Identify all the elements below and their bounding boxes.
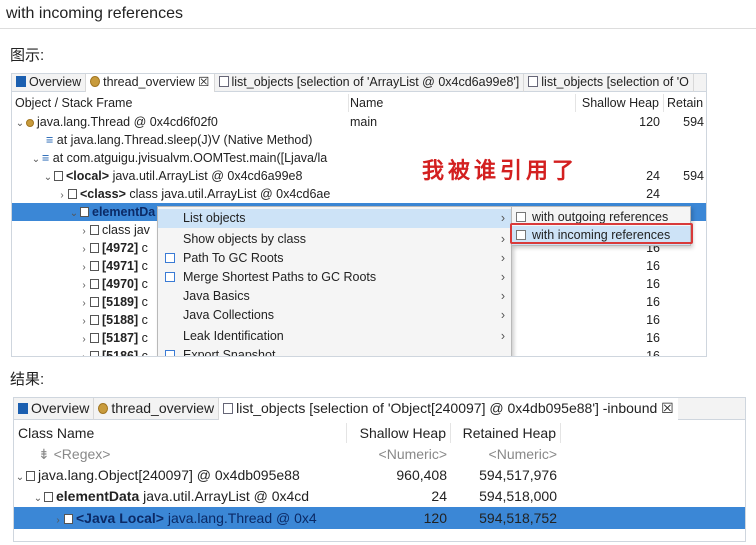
object-icon bbox=[90, 243, 99, 253]
tab-overview[interactable]: Overview bbox=[12, 74, 87, 92]
expand-down-icon[interactable]: ⌄ bbox=[32, 488, 44, 507]
merge-icon bbox=[165, 272, 175, 282]
chevron-right-icon: › bbox=[500, 329, 505, 343]
object-icon bbox=[90, 279, 99, 289]
expand-down-icon[interactable]: ⌄ bbox=[14, 467, 26, 486]
object-icon bbox=[90, 315, 99, 325]
chevron-right-icon: › bbox=[500, 289, 505, 303]
chevron-right-icon: › bbox=[500, 270, 505, 284]
chevron-right-icon: › bbox=[500, 232, 505, 246]
tree-row[interactable]: › <class> class java.util.ArrayList @ 0x4… bbox=[12, 185, 706, 203]
expand-right-icon[interactable]: › bbox=[78, 223, 90, 239]
tree-row[interactable]: ≡ at java.lang.Thread.sleep(J)V (Native … bbox=[12, 131, 706, 149]
list-icon bbox=[516, 212, 526, 222]
page-heading: with incoming references bbox=[6, 5, 183, 22]
path-icon bbox=[165, 253, 175, 263]
tab-thread-overview[interactable]: thread_overview bbox=[94, 398, 220, 420]
chevron-right-icon: › bbox=[500, 251, 505, 265]
expand-right-icon[interactable]: › bbox=[56, 187, 68, 203]
list-icon bbox=[218, 76, 229, 87]
tab-thread-overview[interactable]: thread_overview ☒ bbox=[86, 74, 215, 92]
tree-row[interactable]: ⌄ java.lang.Thread @ 0x4cd6f02f0 main 120… bbox=[12, 113, 706, 131]
menu-item-java-basics[interactable]: Java Basics › bbox=[158, 287, 511, 306]
info-icon bbox=[16, 76, 26, 87]
list-icon bbox=[528, 76, 539, 87]
tab-overview[interactable]: Overview bbox=[14, 398, 95, 420]
retained-filter[interactable]: <Numeric> bbox=[451, 444, 561, 465]
stack-frame-icon: ≡ bbox=[46, 133, 57, 147]
chevron-right-icon: › bbox=[500, 211, 505, 225]
shallow-filter[interactable]: <Numeric> bbox=[347, 444, 451, 465]
expand-down-icon[interactable]: ⌄ bbox=[42, 169, 54, 185]
object-icon bbox=[54, 171, 63, 181]
object-icon bbox=[90, 261, 99, 271]
filter-icon: ⇟ bbox=[38, 446, 54, 462]
caption-diagram: 图示: bbox=[10, 47, 45, 64]
top-tab-bar: Overview thread_overview ☒ list_objects [s… bbox=[12, 74, 706, 92]
menu-item-leak-identification[interactable]: Leak Identification › bbox=[158, 327, 511, 346]
stack-frame-icon: ≡ bbox=[42, 151, 53, 165]
table-row[interactable]: ⌄ java.lang.Object[240097] @ 0x4db095e88 … bbox=[14, 465, 745, 486]
menu-item-path-to-gc-roots[interactable]: Path To GC Roots › bbox=[158, 249, 511, 268]
thread-icon bbox=[98, 403, 109, 414]
col-shallow-heap[interactable]: Shallow Heap bbox=[347, 423, 451, 443]
expand-right-icon[interactable]: › bbox=[78, 313, 90, 329]
expand-down-icon[interactable]: ⌄ bbox=[68, 205, 80, 221]
highlight-box bbox=[510, 223, 693, 244]
class-icon bbox=[68, 189, 77, 199]
export-icon bbox=[165, 350, 175, 356]
tab-list-objects-1[interactable]: list_objects [selection of 'ArrayList @ … bbox=[215, 74, 525, 92]
thread-icon bbox=[90, 76, 101, 87]
info-icon bbox=[18, 403, 28, 414]
object-icon bbox=[90, 351, 99, 356]
tree-row[interactable]: ⌄ <local> java.util.ArrayList @ 0x4cd6a99… bbox=[12, 167, 706, 185]
col-shallow-heap[interactable]: Shallow Heap bbox=[576, 94, 664, 112]
thread-icon bbox=[26, 119, 34, 127]
expand-right-icon[interactable]: › bbox=[52, 510, 64, 529]
object-icon bbox=[90, 333, 99, 343]
context-menu: List objects › Show objects by class › Pat… bbox=[157, 206, 512, 356]
thread-local-icon bbox=[64, 514, 73, 524]
class-icon bbox=[90, 225, 99, 235]
expand-down-icon[interactable]: ⌄ bbox=[30, 151, 42, 167]
menu-item-export-snapshot[interactable]: Export Snapshot bbox=[158, 346, 511, 356]
object-icon bbox=[90, 297, 99, 307]
array-icon bbox=[80, 207, 89, 217]
array-icon bbox=[26, 471, 35, 481]
mat-bottom-panel: Overview thread_overview list_objects [sel… bbox=[13, 397, 746, 542]
chevron-right-icon: › bbox=[500, 308, 505, 322]
tab-list-objects-2[interactable]: list_objects [selection of 'O bbox=[524, 74, 694, 92]
col-retained[interactable]: Retain bbox=[667, 94, 706, 112]
menu-item-merge-shortest-paths[interactable]: Merge Shortest Paths to GC Roots › bbox=[158, 268, 511, 287]
col-object-stack-frame[interactable]: Object / Stack Frame bbox=[15, 94, 349, 112]
regex-filter[interactable]: ⇟ <Regex> bbox=[38, 444, 338, 465]
tab-list-objects-inbound[interactable]: list_objects [selection of 'Object[24009… bbox=[219, 398, 678, 420]
expand-right-icon[interactable]: › bbox=[78, 331, 90, 347]
annotation-text: 我被谁引用了 bbox=[422, 158, 579, 183]
expand-down-icon[interactable]: ⌄ bbox=[14, 115, 26, 131]
menu-item-list-objects[interactable]: List objects › bbox=[158, 209, 511, 228]
tree-row[interactable]: ⌄ ≡ at com.atguigu.jvisualvm.OOMTest.main… bbox=[12, 149, 706, 167]
expand-right-icon[interactable]: › bbox=[78, 295, 90, 311]
col-retained-heap[interactable]: Retained Heap bbox=[451, 423, 561, 443]
expand-right-icon[interactable]: › bbox=[78, 349, 90, 356]
col-class-name[interactable]: Class Name bbox=[18, 423, 347, 443]
expand-right-icon[interactable]: › bbox=[78, 259, 90, 275]
col-name[interactable]: Name bbox=[350, 94, 576, 112]
table-row[interactable]: ⌄ elementData java.util.ArrayList @ 0x4cd… bbox=[14, 486, 745, 507]
expand-right-icon[interactable]: › bbox=[78, 241, 90, 257]
object-icon bbox=[44, 492, 53, 502]
menu-item-java-collections[interactable]: Java Collections › bbox=[158, 306, 511, 325]
menu-item-show-objects-by-class[interactable]: Show objects by class › bbox=[158, 230, 511, 249]
divider bbox=[0, 28, 756, 29]
table-row-selected[interactable]: › <Java Local> java.lang.Thread @ 0x4 120… bbox=[14, 507, 745, 529]
expand-right-icon[interactable]: › bbox=[78, 277, 90, 293]
caption-result: 结果: bbox=[10, 371, 45, 388]
mat-top-panel: Overview thread_overview ☒ list_objects [s… bbox=[11, 73, 707, 357]
filter-row: ⇟ <Regex> <Numeric> <Numeric> bbox=[14, 444, 745, 465]
bottom-tab-bar: Overview thread_overview list_objects [sel… bbox=[14, 398, 745, 420]
list-icon bbox=[223, 403, 234, 414]
